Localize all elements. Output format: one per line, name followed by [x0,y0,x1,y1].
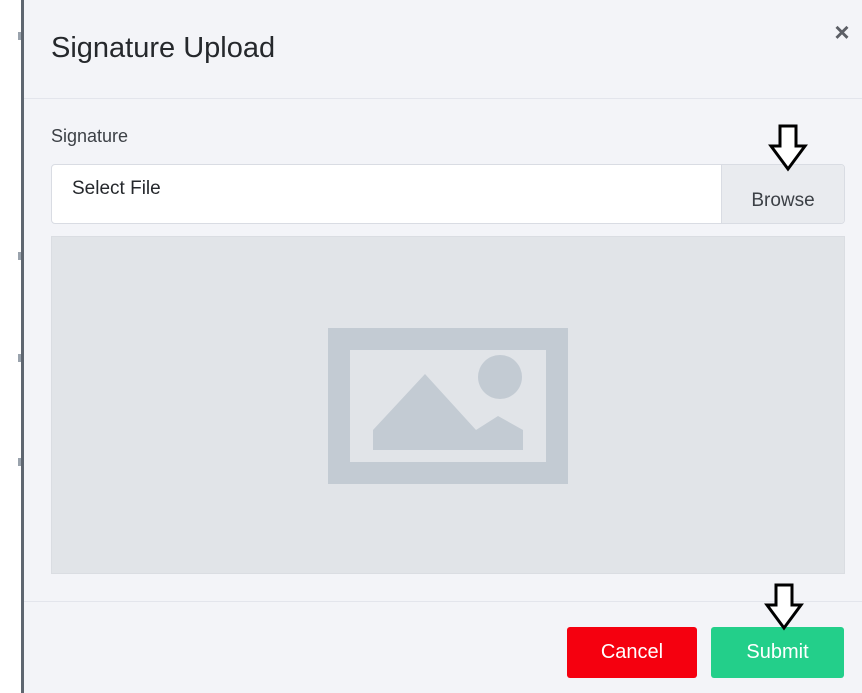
footer-divider [24,601,862,602]
signature-upload-dialog: Signature Upload × Signature Select File… [21,0,862,693]
dialog-header: Signature Upload × [24,0,862,99]
down-arrow-icon [764,583,804,631]
dialog-title: Signature Upload [51,32,276,64]
file-input-text: Select File [72,178,161,199]
signature-label: Signature [51,126,129,146]
image-placeholder-icon [328,328,568,484]
cancel-button[interactable]: Cancel [567,627,697,678]
submit-button[interactable]: Submit [711,627,844,678]
close-button[interactable]: × [828,18,856,46]
file-input[interactable]: Select File Browse [51,164,845,224]
close-icon: × [834,17,850,47]
browse-button[interactable]: Browse [721,165,844,223]
down-arrow-icon [768,124,808,172]
background-page-edge [0,0,21,693]
signature-preview [51,236,845,574]
